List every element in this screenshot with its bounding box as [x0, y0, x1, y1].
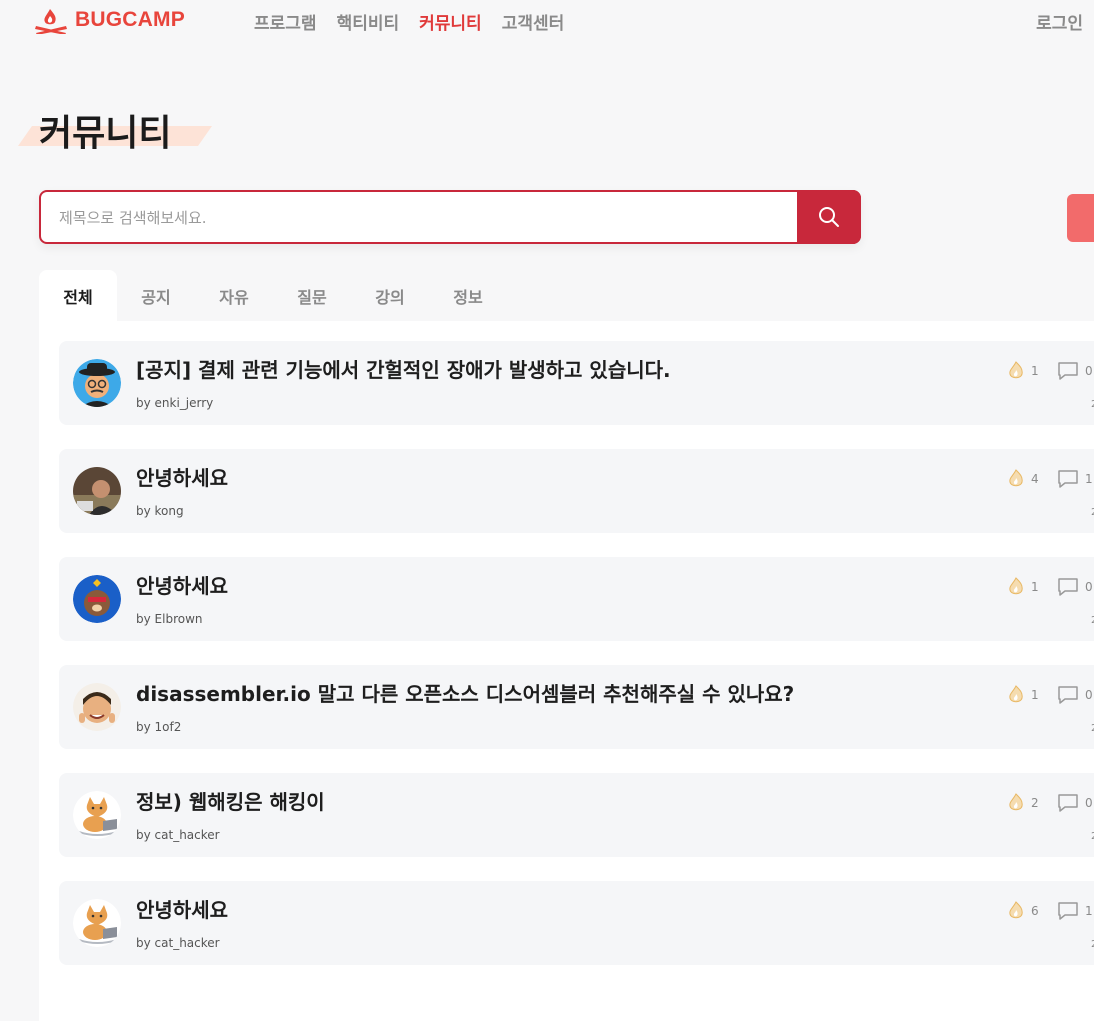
search-button[interactable] — [797, 190, 861, 244]
post-author: by kong — [136, 504, 184, 518]
comment-count-value: 1 — [1085, 472, 1093, 486]
comment-count-value: 1 — [1085, 904, 1093, 918]
tab-notice[interactable]: 공지 — [117, 270, 195, 322]
post-list-panel: [공지] 결제 관련 기능에서 간헐적인 장애가 발생하고 있습니다. by e… — [39, 321, 1094, 1021]
comment-icon — [1058, 470, 1078, 488]
post-author: by cat_hacker — [136, 936, 220, 950]
comment-count[interactable]: 0 — [1057, 793, 1093, 813]
comment-icon — [1058, 578, 1078, 596]
search-icon — [819, 207, 839, 227]
comment-count[interactable]: 0 — [1057, 577, 1093, 597]
comment-count-value: 0 — [1085, 364, 1093, 378]
like-count[interactable]: 1 — [1007, 577, 1039, 597]
tab-free[interactable]: 자유 — [195, 270, 273, 322]
post-title[interactable]: disassembler.io 말고 다른 오픈소스 디스어셈블러 추천해주실 … — [136, 678, 794, 707]
post-item[interactable]: 안녕하세요 by kong 4 1 2 — [59, 449, 1094, 533]
search-bar — [39, 190, 861, 244]
top-header: BUGCAMP 프로그램 핵티비티 커뮤니티 고객센터 로그인 — [0, 0, 1094, 42]
like-count-value: 1 — [1031, 688, 1039, 702]
page-title: 커뮤니티 — [39, 113, 172, 154]
post-title[interactable]: 안녕하세요 — [136, 894, 228, 923]
avatar — [73, 791, 121, 839]
post-author: by Elbrown — [136, 612, 203, 626]
comment-count[interactable]: 1 — [1057, 469, 1093, 489]
page-title-block: 커뮤니티 — [18, 104, 213, 154]
post-title[interactable]: [공지] 결제 관련 기능에서 간헐적인 장애가 발생하고 있습니다. — [136, 354, 671, 383]
post-item[interactable]: [공지] 결제 관련 기능에서 간헐적인 장애가 발생하고 있습니다. by e… — [59, 341, 1094, 425]
tab-all[interactable]: 전체 — [39, 270, 117, 322]
search-input[interactable] — [57, 203, 781, 233]
like-count[interactable]: 4 — [1007, 469, 1039, 489]
comment-count[interactable]: 0 — [1057, 685, 1093, 705]
post-author: by cat_hacker — [136, 828, 220, 842]
flame-icon — [1009, 901, 1023, 919]
flame-icon — [1009, 361, 1023, 379]
avatar — [73, 359, 121, 407]
like-count-value: 6 — [1031, 904, 1039, 918]
post-title[interactable]: 정보) 웹해킹은 해킹이 — [136, 786, 325, 815]
post-item[interactable]: 안녕하세요 by cat_hacker 6 1 2 — [59, 881, 1094, 965]
comment-icon — [1058, 794, 1078, 812]
comment-icon — [1058, 686, 1078, 704]
post-author: by 1of2 — [136, 720, 182, 734]
write-post-button[interactable] — [1067, 194, 1094, 242]
like-count-value: 4 — [1031, 472, 1039, 486]
brand-logo[interactable]: BUGCAMP — [33, 6, 185, 34]
like-count[interactable]: 1 — [1007, 685, 1039, 705]
like-count[interactable]: 6 — [1007, 901, 1039, 921]
comment-count[interactable]: 0 — [1057, 361, 1093, 381]
flame-icon — [1009, 685, 1023, 703]
avatar — [73, 467, 121, 515]
post-item[interactable]: disassembler.io 말고 다른 오픈소스 디스어셈블러 추천해주실 … — [59, 665, 1094, 749]
comment-icon — [1058, 362, 1078, 380]
like-count[interactable]: 1 — [1007, 361, 1039, 381]
nav-item-community[interactable]: 커뮤니티 — [419, 9, 482, 34]
comment-count[interactable]: 1 — [1057, 901, 1093, 921]
avatar — [73, 575, 121, 623]
like-count-value: 1 — [1031, 364, 1039, 378]
campfire-icon — [35, 9, 67, 34]
nav-item-support[interactable]: 고객센터 — [502, 9, 565, 34]
tab-lecture[interactable]: 강의 — [351, 270, 429, 322]
like-count-value: 1 — [1031, 580, 1039, 594]
like-count[interactable]: 2 — [1007, 793, 1039, 813]
main-nav: 프로그램 핵티비티 커뮤니티 고객센터 — [254, 9, 564, 34]
comment-count-value: 0 — [1085, 688, 1093, 702]
tab-info[interactable]: 정보 — [429, 270, 507, 322]
avatar — [73, 683, 121, 731]
logo-text: BUGCAMP — [75, 8, 185, 31]
post-item[interactable]: 안녕하세요 by Elbrown 1 0 2 — [59, 557, 1094, 641]
like-count-value: 2 — [1031, 796, 1039, 810]
post-title[interactable]: 안녕하세요 — [136, 570, 228, 599]
nav-item-program[interactable]: 프로그램 — [254, 9, 317, 34]
flame-icon — [1009, 577, 1023, 595]
post-title[interactable]: 안녕하세요 — [136, 462, 228, 491]
comment-count-value: 0 — [1085, 580, 1093, 594]
login-link[interactable]: 로그인 — [1036, 9, 1083, 34]
avatar — [73, 899, 121, 947]
flame-icon — [1009, 793, 1023, 811]
comment-count-value: 0 — [1085, 796, 1093, 810]
post-item[interactable]: 정보) 웹해킹은 해킹이 by cat_hacker 2 0 2 — [59, 773, 1094, 857]
comment-icon — [1058, 902, 1078, 920]
post-author: by enki_jerry — [136, 396, 214, 410]
tab-question[interactable]: 질문 — [273, 270, 351, 322]
nav-item-hacktivity[interactable]: 핵티비티 — [337, 9, 400, 34]
flame-icon — [1009, 469, 1023, 487]
category-tabs: 전체 공지 자유 질문 강의 정보 — [39, 270, 507, 322]
